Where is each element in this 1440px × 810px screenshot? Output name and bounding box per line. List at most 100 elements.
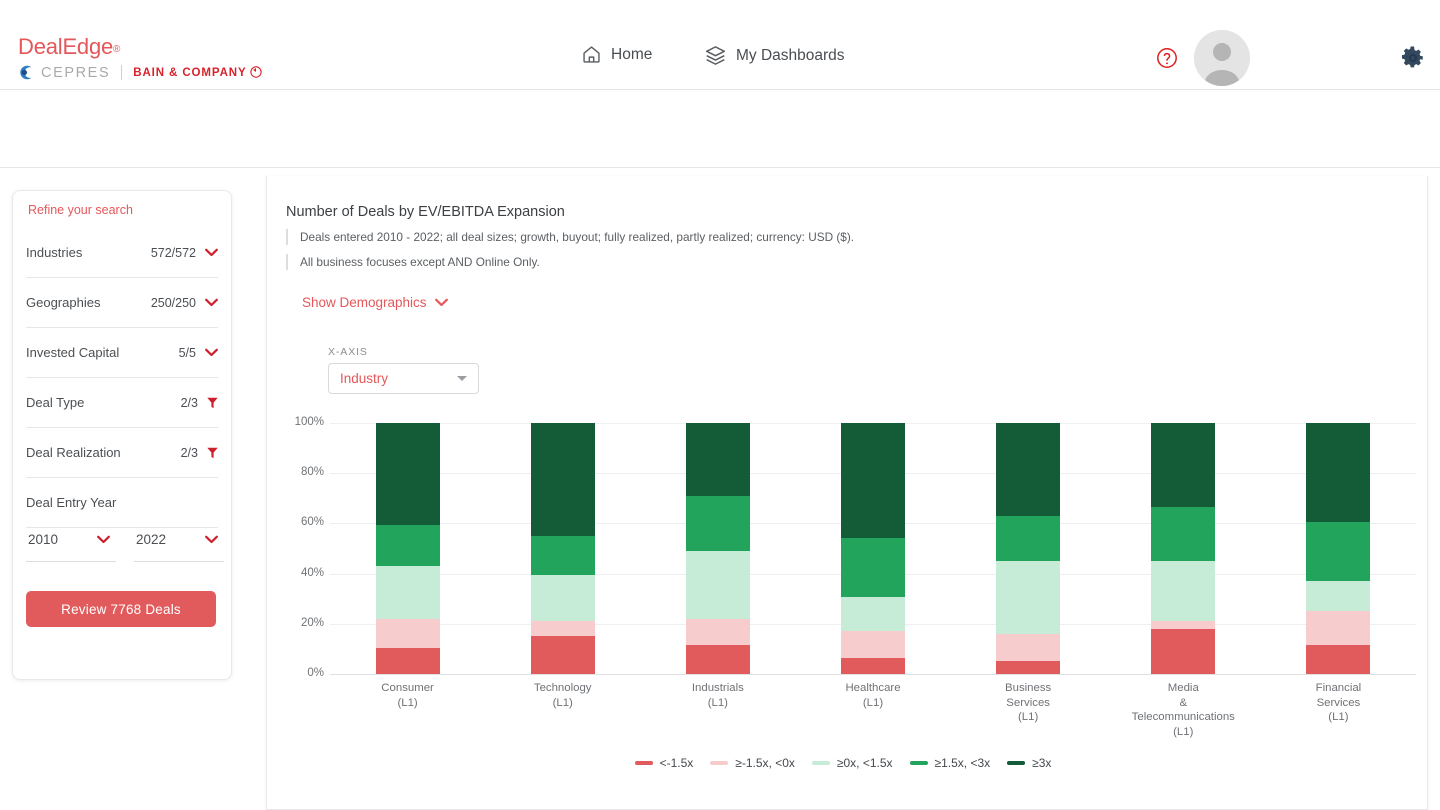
- filter-row-industries[interactable]: Industries572/572: [26, 228, 218, 278]
- year-to-select[interactable]: 2022: [134, 518, 224, 562]
- help-circle-icon[interactable]: [1155, 46, 1179, 70]
- filter-count: 2/3: [181, 396, 198, 410]
- filter-row-geographies[interactable]: Geographies250/250: [26, 278, 218, 328]
- stacked-bar[interactable]: [841, 423, 905, 674]
- bar-segment[interactable]: [376, 619, 440, 648]
- user-avatar[interactable]: [1194, 30, 1250, 86]
- filter-row-deal-type[interactable]: Deal Type 2/3: [26, 378, 218, 428]
- legend-item[interactable]: ≥-1.5x, <0x: [710, 756, 795, 770]
- x-axis-select[interactable]: Industry: [328, 363, 479, 394]
- chevron-down-icon: [457, 376, 467, 381]
- x-axis-category-label: FinancialServices(L1): [1253, 681, 1423, 725]
- bar-segment[interactable]: [996, 561, 1060, 634]
- stacked-bar[interactable]: [996, 423, 1060, 674]
- filter-label: Deal Entry Year: [26, 495, 116, 510]
- chevron-down-icon[interactable]: [205, 298, 218, 307]
- bar-segment[interactable]: [996, 661, 1060, 674]
- stacked-bar[interactable]: [1306, 423, 1370, 674]
- legend-item[interactable]: ≥3x: [1007, 756, 1051, 770]
- filter-summary-line-2: All business focuses except AND Online O…: [286, 254, 540, 270]
- bar-segment[interactable]: [841, 658, 905, 674]
- show-demographics-toggle[interactable]: Show Demographics: [302, 295, 448, 310]
- bar-segment[interactable]: [376, 566, 440, 619]
- registered-mark: ®: [113, 44, 120, 55]
- filter-count: 572/572: [151, 246, 196, 260]
- bar-segment[interactable]: [531, 536, 595, 575]
- stacked-bar[interactable]: [376, 423, 440, 674]
- bar-segment[interactable]: [376, 423, 440, 525]
- bar-segment[interactable]: [841, 423, 905, 538]
- legend-swatch: [910, 761, 928, 765]
- bar-segment[interactable]: [1306, 645, 1370, 674]
- filter-row-invested-capital[interactable]: Invested Capital5/5: [26, 328, 218, 378]
- bar-segment[interactable]: [376, 648, 440, 674]
- bar-segment[interactable]: [686, 423, 750, 496]
- bar-segment[interactable]: [686, 619, 750, 645]
- home-icon: [581, 44, 602, 65]
- legend-label: ≥0x, <1.5x: [837, 756, 893, 770]
- legend-item[interactable]: ≥0x, <1.5x: [812, 756, 893, 770]
- stacked-bar[interactable]: [531, 423, 595, 674]
- show-demographics-label: Show Demographics: [302, 295, 427, 310]
- filter-label: Deal Type: [26, 395, 84, 410]
- brand-logo[interactable]: DealEdge® CEPRES BAIN & COMPANY: [18, 34, 262, 81]
- bar-segment[interactable]: [686, 496, 750, 551]
- bar-segment[interactable]: [1151, 621, 1215, 629]
- bar-segment[interactable]: [376, 525, 440, 566]
- chevron-down-icon[interactable]: [205, 248, 218, 257]
- filter-label: Invested Capital: [26, 345, 119, 360]
- x-axis-category-label: BusinessServices(L1): [943, 681, 1113, 725]
- chevron-down-icon: [97, 535, 110, 544]
- year-to-value: 2022: [134, 532, 166, 547]
- filter-count: 250/250: [151, 296, 196, 310]
- deal-entry-year-row: 2010 2022: [26, 518, 224, 562]
- chevron-down-icon[interactable]: [205, 348, 218, 357]
- bar-segment[interactable]: [1306, 522, 1370, 581]
- bar-segment[interactable]: [531, 575, 595, 621]
- bar-segment[interactable]: [1151, 507, 1215, 561]
- bain-clock-icon: [250, 66, 262, 78]
- legend-item[interactable]: ≥1.5x, <3x: [910, 756, 991, 770]
- x-axis-caption: X-AXIS: [328, 346, 368, 358]
- filter-count: 2/3: [181, 446, 198, 460]
- nav-item-my-dashboards[interactable]: My Dashboards: [704, 44, 845, 67]
- x-axis-category-label: Media&Telecommunications(L1): [1098, 681, 1268, 739]
- bar-segment[interactable]: [531, 423, 595, 536]
- bar-segment[interactable]: [996, 634, 1060, 662]
- bar-segment[interactable]: [1151, 629, 1215, 674]
- y-axis-tick-label: 0%: [264, 667, 324, 679]
- cepres-logo-icon: [18, 64, 35, 81]
- bar-segment[interactable]: [841, 538, 905, 597]
- review-deals-button[interactable]: Review 7768 Deals: [26, 591, 216, 627]
- bar-segment[interactable]: [686, 645, 750, 674]
- brand-name: DealEdge®: [18, 34, 262, 60]
- bar-segment[interactable]: [531, 636, 595, 674]
- bar-segment[interactable]: [1151, 423, 1215, 507]
- legend-item[interactable]: <-1.5x: [635, 756, 694, 770]
- bar-segment[interactable]: [841, 631, 905, 657]
- y-axis-tick-label: 80%: [264, 466, 324, 478]
- filter-row-deal-realization[interactable]: Deal Realization2/3: [26, 428, 218, 478]
- chevron-down-icon: [435, 298, 448, 307]
- bar-segment[interactable]: [1306, 581, 1370, 611]
- bar-segment[interactable]: [686, 551, 750, 619]
- bar-segment[interactable]: [996, 516, 1060, 561]
- year-from-select[interactable]: 2010: [26, 518, 116, 562]
- chart-title: Number of Deals by EV/EBITDA Expansion: [286, 204, 565, 220]
- gear-icon[interactable]: [1400, 45, 1426, 71]
- nav-item-home[interactable]: Home: [581, 44, 652, 65]
- funnel-icon[interactable]: [207, 397, 218, 409]
- refine-search-title: Refine your search: [28, 203, 133, 217]
- bar-segment[interactable]: [841, 597, 905, 631]
- bar-segment[interactable]: [1151, 561, 1215, 621]
- legend-swatch: [1007, 761, 1025, 765]
- stacked-bar[interactable]: [1151, 423, 1215, 674]
- bar-segment[interactable]: [1306, 611, 1370, 645]
- legend-label: ≥3x: [1032, 756, 1051, 770]
- bar-segment[interactable]: [1306, 423, 1370, 522]
- legend-label: ≥-1.5x, <0x: [735, 756, 795, 770]
- bar-segment[interactable]: [531, 621, 595, 636]
- stacked-bar[interactable]: [686, 423, 750, 674]
- bar-segment[interactable]: [996, 423, 1060, 516]
- funnel-icon[interactable]: [207, 447, 218, 459]
